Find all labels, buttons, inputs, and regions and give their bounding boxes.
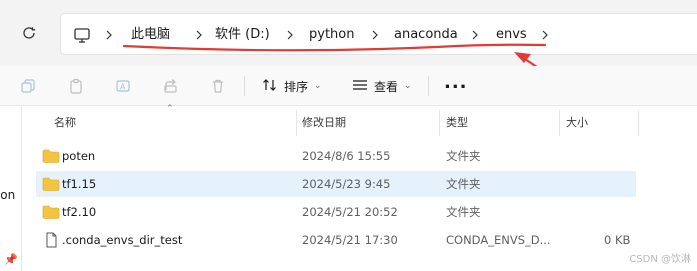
file-row[interactable]: .conda_envs_dir_test 2024/5/21 17:30 CON… [36, 227, 636, 253]
command-bar: A 排序 ⌄ 查看 ⌄ ... [0, 66, 697, 106]
chevron-right-icon[interactable] [105, 14, 113, 56]
address-bar-row: 此电脑 软件 (D:) python anaconda envs [0, 0, 697, 66]
file-date: 2024/5/23 9:45 [302, 177, 391, 191]
address-bar[interactable]: 此电脑 软件 (D:) python anaconda envs [60, 13, 697, 55]
file-name: tf1.15 [62, 177, 97, 191]
column-divider[interactable] [559, 110, 560, 136]
column-divider[interactable] [439, 110, 440, 136]
file-date: 2024/5/21 20:52 [302, 205, 398, 219]
file-row-selected[interactable]: tf1.15 2024/5/23 9:45 文件夹 [36, 171, 636, 197]
copy-icon[interactable] [18, 76, 38, 96]
column-header-type[interactable]: 类型 [446, 110, 468, 136]
share-icon[interactable] [161, 76, 181, 96]
file-type: 文件夹 [446, 177, 481, 191]
file-date: 2024/5/21 17:30 [302, 233, 398, 247]
file-size: 0 KB [604, 233, 631, 247]
file-name: .conda_envs_dir_test [62, 233, 183, 247]
column-header-name[interactable]: 名称 [54, 110, 76, 136]
watermark: CSDN @饮淋 [629, 254, 691, 265]
folder-icon [42, 148, 60, 164]
folder-icon [42, 176, 60, 192]
navigation-pane-item[interactable]: son [0, 188, 15, 202]
chevron-right-icon[interactable] [471, 14, 479, 56]
view-icon [352, 78, 368, 95]
chevron-right-icon[interactable] [195, 14, 203, 56]
toolbar-divider [428, 76, 429, 96]
sort-indicator-icon: ⌃ [166, 104, 174, 114]
chevron-right-icon[interactable] [541, 14, 549, 56]
breadcrumb-item-drive-d[interactable]: 软件 (D:) [215, 14, 270, 56]
breadcrumb-item-envs[interactable]: envs [496, 14, 527, 56]
file-type: 文件夹 [446, 205, 481, 219]
folder-icon [42, 204, 60, 220]
more-options-button[interactable]: ... [444, 72, 468, 93]
sort-button[interactable]: 排序 ⌄ [262, 74, 322, 98]
column-header-size[interactable]: 大小 [566, 110, 588, 136]
this-pc-icon[interactable] [72, 25, 92, 45]
svg-text:A: A [120, 83, 126, 92]
column-header-date[interactable]: 修改日期 [302, 110, 346, 136]
chevron-right-icon[interactable] [371, 14, 379, 56]
breadcrumb-item-python[interactable]: python [309, 14, 354, 56]
pin-icon[interactable]: 📌 [4, 253, 18, 266]
view-label: 查看 [374, 79, 399, 94]
chevron-right-icon[interactable] [286, 14, 294, 56]
breadcrumb-item-anaconda[interactable]: anaconda [394, 14, 458, 56]
file-date: 2024/8/6 15:55 [302, 149, 391, 163]
file-name: tf2.10 [62, 205, 97, 219]
file-row[interactable]: poten 2024/8/6 15:55 文件夹 [36, 143, 636, 169]
breadcrumb-item-this-pc[interactable]: 此电脑 [131, 14, 170, 56]
file-type: CONDA_ENVS_D... [446, 233, 551, 247]
sort-label: 排序 [284, 79, 309, 94]
refresh-button[interactable] [18, 22, 40, 44]
refresh-icon [23, 27, 36, 39]
file-icon [42, 232, 60, 248]
paste-icon[interactable] [66, 76, 86, 96]
delete-icon[interactable] [208, 76, 228, 96]
file-name: poten [62, 149, 96, 163]
sort-icon [262, 78, 278, 95]
chevron-down-icon: ⌄ [404, 81, 412, 91]
file-type: 文件夹 [446, 149, 481, 163]
toolbar-divider [244, 76, 245, 96]
view-button[interactable]: 查看 ⌄ [352, 74, 412, 98]
column-divider[interactable] [296, 110, 297, 136]
column-divider[interactable] [638, 110, 639, 136]
chevron-down-icon: ⌄ [314, 81, 322, 91]
rename-icon[interactable]: A [113, 76, 133, 96]
file-row[interactable]: tf2.10 2024/5/21 20:52 文件夹 [36, 199, 636, 225]
